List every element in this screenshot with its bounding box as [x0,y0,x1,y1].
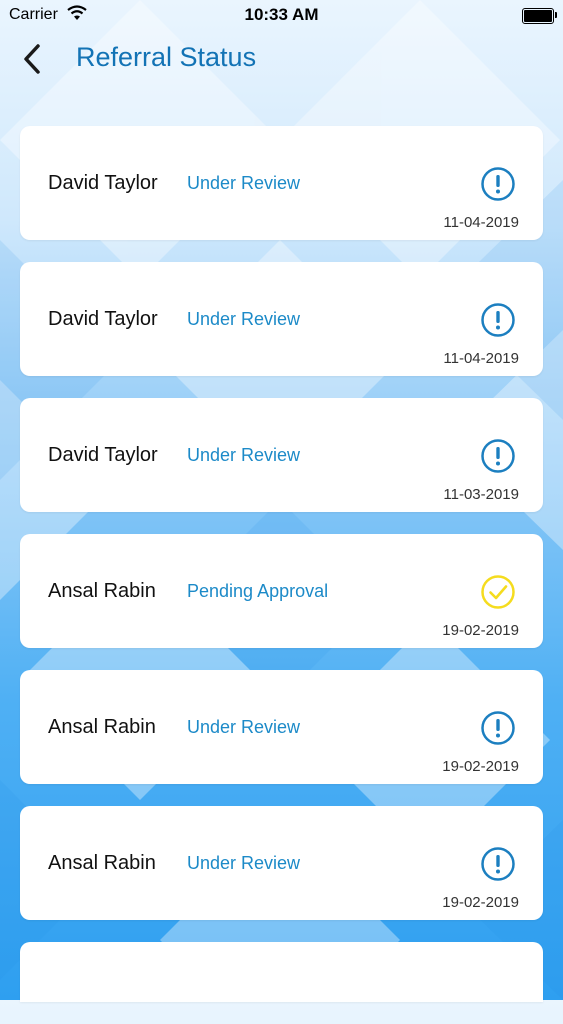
referral-status: Under Review [187,853,301,873]
referral-card[interactable]: David Taylor Under Review 11-04-2019 [20,126,543,240]
navigation-bar: Referral Status [0,30,563,90]
alert-icon [481,303,515,337]
referral-name: David Taylor [48,308,158,330]
referral-name: Ansal Rabin [48,580,156,602]
referral-name: David Taylor [48,172,158,194]
referral-date: 11-04-2019 [443,214,519,231]
referral-card[interactable]: Ansal Rabin Under Review 19-02-2019 [20,670,543,784]
referral-card[interactable]: Ansal Rabin Under Review 19-02-2019 [20,806,543,920]
alert-icon [481,711,515,745]
alert-icon [481,167,515,201]
page-title: Referral Status [76,42,257,72]
status-bar: Carrier 10:33 AM [0,0,563,30]
referral-status: Under Review [187,173,301,193]
battery-icon [522,8,557,24]
alert-icon [481,439,515,473]
referral-card[interactable]: David Taylor Under Review 11-03-2019 [20,398,543,512]
referral-status: Under Review [187,309,301,329]
referral-card[interactable]: David Taylor Under Review 11-04-2019 [20,262,543,376]
referral-list: David Taylor Under Review 11-04-2019 Dav… [20,126,543,1024]
alert-icon [481,847,515,881]
back-chevron-icon[interactable] [18,42,48,76]
referral-card-partial[interactable] [20,942,543,1002]
referral-status: Pending Approval [187,581,329,601]
referral-name: Ansal Rabin [48,716,156,738]
clock: 10:33 AM [244,5,319,24]
referral-date: 11-03-2019 [443,486,519,503]
check-icon [481,575,515,609]
referral-date: 19-02-2019 [442,894,519,911]
referral-status: Under Review [187,717,301,737]
referral-name: David Taylor [48,444,158,466]
referral-date: 11-04-2019 [443,350,519,367]
referral-card[interactable]: Ansal Rabin Pending Approval 19-02-2019 [20,534,543,648]
referral-name: Ansal Rabin [48,852,156,874]
referral-date: 19-02-2019 [442,622,519,639]
referral-status: Under Review [187,445,301,465]
referral-date: 19-02-2019 [442,758,519,775]
